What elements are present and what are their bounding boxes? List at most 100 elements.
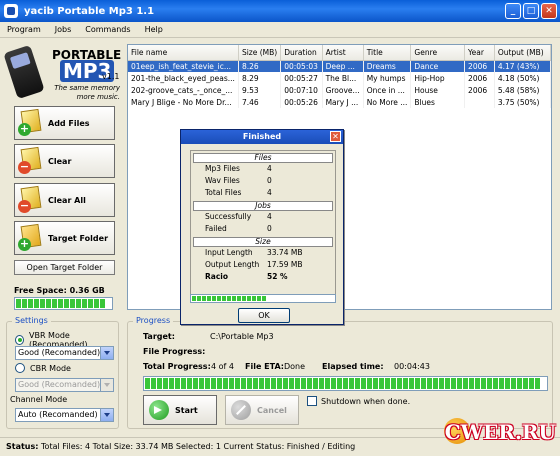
cell-file-name: 01eep_ish_feat_stevie_ic... bbox=[128, 60, 239, 72]
settings-group: Settings VBR Mode (Recomanded) Good (Rec… bbox=[6, 316, 119, 429]
col-output[interactable]: Output (MB) bbox=[494, 45, 551, 61]
clear-label: Clear bbox=[48, 156, 72, 166]
table-row[interactable]: 201-the_black_eyed_peas... 8.29 00:05:27… bbox=[128, 72, 551, 84]
progress-segment bbox=[373, 378, 378, 389]
progress-segment bbox=[217, 296, 221, 301]
total-files-value: 4 bbox=[267, 188, 272, 197]
progress-segment bbox=[271, 378, 276, 389]
menu-jobs[interactable]: Jobs bbox=[48, 25, 79, 34]
clear-button[interactable]: − Clear bbox=[14, 144, 115, 178]
shutdown-checkbox[interactable] bbox=[307, 396, 317, 406]
app-logo: PORTABLE MP3 v1.1 The same memory more m… bbox=[3, 44, 121, 104]
add-files-button[interactable]: + Add Files bbox=[14, 106, 115, 140]
size-section-header: Size bbox=[193, 237, 333, 247]
col-file-name[interactable]: File name bbox=[128, 45, 239, 61]
progress-segment bbox=[237, 296, 241, 301]
channel-mode-select[interactable]: Auto (Recomanded) bbox=[15, 408, 114, 422]
menu-help[interactable]: Help bbox=[138, 25, 170, 34]
progress-segment bbox=[197, 296, 201, 301]
target-path: C:\Portable Mp3 bbox=[210, 332, 274, 341]
dialog-title-bar: Finished ✕ bbox=[181, 130, 343, 144]
menu-program[interactable]: Program bbox=[0, 25, 48, 34]
maximize-button[interactable]: □ bbox=[523, 3, 539, 19]
progress-segment bbox=[16, 299, 21, 308]
col-duration[interactable]: Duration bbox=[280, 45, 323, 61]
app-icon bbox=[4, 4, 18, 18]
channel-mode-label: Channel Mode bbox=[10, 395, 68, 404]
status-text: Total Files: 4 Total Size: 33.74 MB Sele… bbox=[41, 442, 356, 451]
progress-segment bbox=[163, 378, 168, 389]
output-length-row: Output Length 17.59 MB bbox=[191, 259, 335, 271]
start-label: Start bbox=[175, 405, 198, 415]
vbr-quality-value: Good (Recomanded) bbox=[18, 348, 101, 357]
progress-segment bbox=[76, 299, 81, 308]
minimize-button[interactable]: _ bbox=[505, 3, 521, 19]
col-year[interactable]: Year bbox=[464, 45, 495, 61]
ok-button[interactable]: OK bbox=[238, 308, 290, 323]
progress-segment bbox=[187, 378, 192, 389]
progress-segment bbox=[535, 378, 540, 389]
cell-artist: Deep ... bbox=[322, 60, 364, 72]
progress-segment bbox=[145, 378, 150, 389]
clear-all-button[interactable]: − Clear All bbox=[14, 183, 115, 217]
progress-legend: Progress bbox=[133, 316, 174, 325]
progress-segment bbox=[205, 378, 210, 389]
menu-bar: Program Jobs Commands Help bbox=[0, 22, 560, 38]
progress-segment bbox=[349, 378, 354, 389]
logo-tagline-2: more music. bbox=[76, 93, 120, 101]
chevron-down-icon[interactable] bbox=[100, 409, 113, 421]
progress-segment bbox=[343, 378, 348, 389]
cell-duration: 00:07:10 bbox=[280, 84, 323, 96]
table-row[interactable]: Mary J Blige - No More Dr... 7.46 00:05:… bbox=[128, 96, 551, 108]
input-length-row: Input Length 33.74 MB bbox=[191, 247, 335, 259]
input-length-value: 33.74 MB bbox=[267, 248, 303, 257]
vbr-radio[interactable] bbox=[15, 335, 24, 345]
dialog-close-icon[interactable]: ✕ bbox=[330, 131, 341, 142]
remove-file-icon: − bbox=[18, 146, 44, 174]
col-genre[interactable]: Genre bbox=[410, 45, 466, 61]
cell-year bbox=[464, 96, 495, 108]
progress-segment bbox=[415, 378, 420, 389]
table-row[interactable]: 202-groove_cats_-_once_... 9.53 00:07:10… bbox=[128, 84, 551, 96]
col-artist[interactable]: Artist bbox=[322, 45, 364, 61]
close-button[interactable]: ✕ bbox=[541, 3, 557, 19]
progress-segment bbox=[433, 378, 438, 389]
target-folder-button[interactable]: + Target Folder bbox=[14, 221, 115, 255]
progress-segment bbox=[229, 378, 234, 389]
progress-segment bbox=[307, 378, 312, 389]
open-target-folder-button[interactable]: Open Target Folder bbox=[14, 260, 115, 275]
progress-segment bbox=[331, 378, 336, 389]
title-bar: yacib Portable Mp3 1.1 _ □ ✕ bbox=[0, 0, 560, 22]
progress-segment bbox=[235, 378, 240, 389]
progress-segment bbox=[181, 378, 186, 389]
jobs-section-header: Jobs bbox=[193, 201, 333, 211]
dialog-progress-bar bbox=[190, 294, 336, 303]
progress-segment bbox=[247, 378, 252, 389]
progress-segment bbox=[46, 299, 51, 308]
progress-segment bbox=[427, 378, 432, 389]
progress-segment bbox=[192, 296, 196, 301]
settings-legend: Settings bbox=[12, 316, 51, 325]
col-size[interactable]: Size (MB) bbox=[238, 45, 282, 61]
cbr-radio[interactable] bbox=[15, 363, 25, 373]
chevron-down-icon[interactable] bbox=[100, 347, 113, 359]
total-files-row: Total Files 4 bbox=[191, 187, 335, 199]
start-button[interactable]: Start bbox=[143, 395, 217, 425]
progress-segment bbox=[202, 296, 206, 301]
progress-segment bbox=[151, 378, 156, 389]
cbr-mode-option[interactable]: CBR Mode bbox=[15, 363, 71, 373]
progress-segment bbox=[259, 378, 264, 389]
col-title[interactable]: Title bbox=[363, 45, 412, 61]
vbr-quality-select[interactable]: Good (Recomanded) bbox=[15, 346, 114, 360]
progress-segment bbox=[319, 378, 324, 389]
target-folder-label: Target Folder bbox=[48, 233, 109, 243]
cell-file-name: 202-groove_cats_-_once_... bbox=[128, 84, 239, 96]
progress-segment bbox=[439, 378, 444, 389]
progress-segment bbox=[253, 378, 258, 389]
cell-file-name: Mary J Blige - No More Dr... bbox=[128, 96, 239, 108]
menu-commands[interactable]: Commands bbox=[78, 25, 137, 34]
logo-tagline-1: The same memory bbox=[54, 84, 120, 92]
cell-genre: House bbox=[410, 84, 466, 96]
progress-segment bbox=[403, 378, 408, 389]
table-row[interactable]: 01eep_ish_feat_stevie_ic... 8.26 00:05:0… bbox=[128, 60, 551, 72]
